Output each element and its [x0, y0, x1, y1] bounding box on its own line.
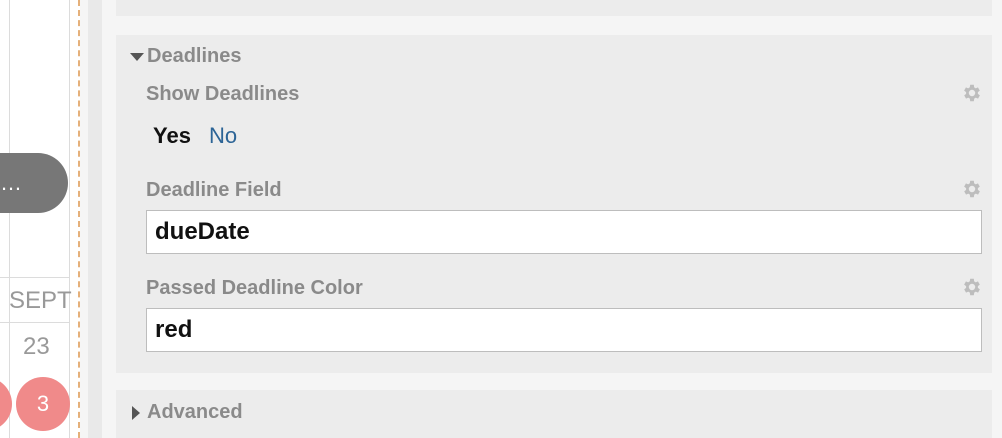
show-deadlines-toggle: Yes No	[153, 123, 237, 149]
advanced-section-title: Advanced	[147, 401, 243, 423]
calendar-event-dot[interactable]	[0, 377, 12, 431]
advanced-section-header[interactable]: Advanced	[132, 401, 243, 424]
gear-icon[interactable]	[961, 82, 983, 104]
calendar-day-number[interactable]: 23	[23, 333, 50, 361]
calendar-grid-line	[69, 0, 70, 438]
passed-deadline-color-input[interactable]	[146, 308, 982, 352]
settings-panel: Deadlines Show Deadlines Yes No Deadline…	[116, 0, 992, 438]
passed-deadline-color-label: Passed Deadline Color	[146, 277, 363, 299]
show-deadlines-no-option[interactable]: No	[209, 123, 237, 149]
caret-down-icon	[130, 52, 144, 61]
advanced-section: Advanced	[116, 390, 992, 438]
calendar-grid-line	[9, 0, 10, 438]
calendar-resize-handle[interactable]	[78, 0, 80, 438]
gear-icon[interactable]	[961, 178, 983, 200]
panel-divider[interactable]	[88, 0, 102, 438]
previous-section-footer	[116, 0, 992, 16]
calendar-month-label: SEPT	[9, 287, 72, 314]
calendar-grid-line	[0, 277, 70, 278]
deadline-field-input[interactable]	[146, 210, 982, 254]
deadlines-section: Deadlines Show Deadlines Yes No Deadline…	[116, 35, 992, 373]
gear-icon[interactable]	[961, 276, 983, 298]
caret-right-icon	[132, 405, 140, 420]
deadline-field-label: Deadline Field	[146, 179, 282, 201]
calendar-preview: … SEPT 23 3	[0, 0, 80, 438]
calendar-grid-line	[0, 322, 70, 323]
deadlines-section-title: Deadlines	[147, 45, 242, 67]
calendar-event-pill[interactable]: …	[0, 153, 68, 213]
show-deadlines-label: Show Deadlines	[146, 83, 300, 105]
show-deadlines-yes-option[interactable]: Yes	[153, 123, 191, 149]
deadlines-section-header[interactable]: Deadlines	[130, 45, 241, 68]
calendar-event-count-badge[interactable]: 3	[16, 377, 70, 431]
